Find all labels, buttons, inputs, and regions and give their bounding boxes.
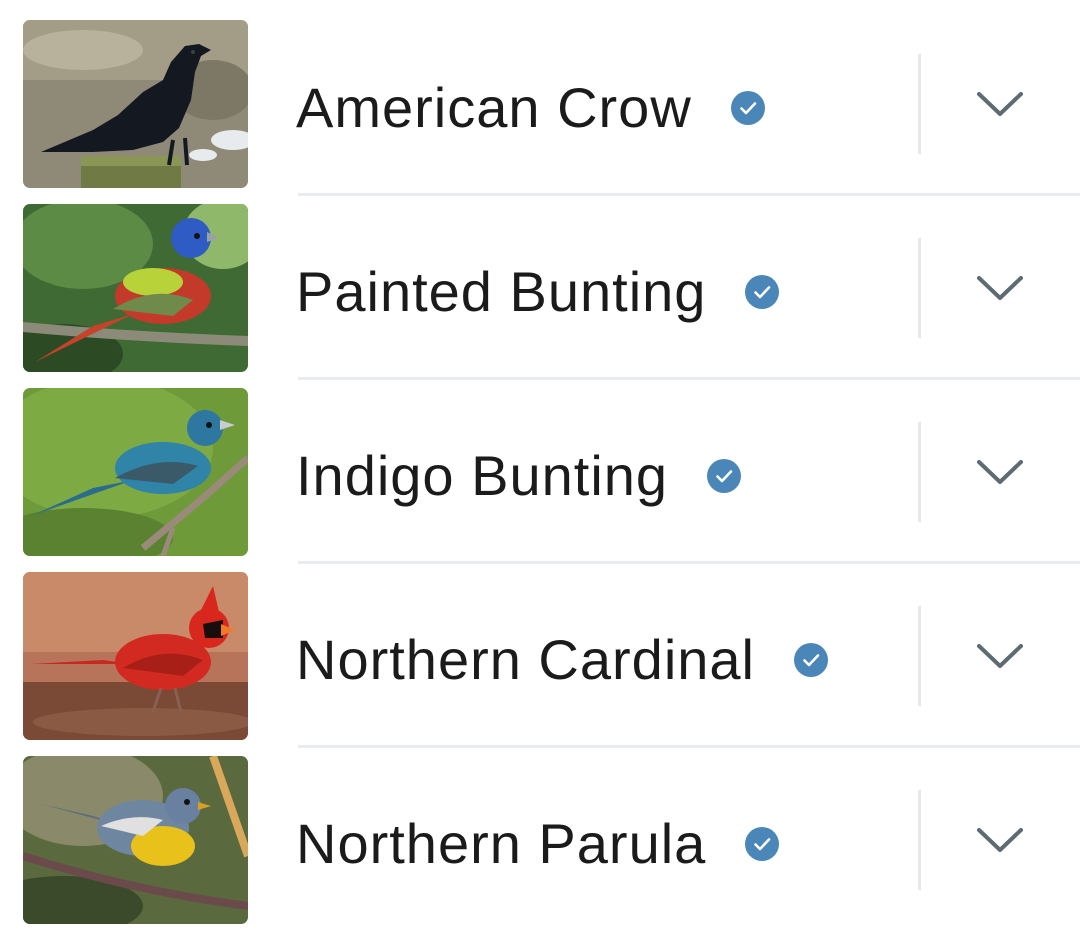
species-name: Indigo Bunting <box>296 444 669 507</box>
species-row-northern-cardinal[interactable]: Northern Cardinal <box>0 564 1080 748</box>
species-name-container: Northern Cardinal <box>296 622 829 698</box>
verified-check-icon <box>745 827 780 861</box>
verified-check-icon <box>730 91 765 125</box>
chevron-down-icon <box>977 92 1023 116</box>
species-row-american-crow[interactable]: American Crow <box>0 12 1080 196</box>
row-divider <box>918 790 921 890</box>
chevron-down-icon <box>977 644 1023 668</box>
species-name-container: Northern Parula <box>296 806 780 882</box>
northern-parula-photo <box>23 756 248 924</box>
verified-check-icon <box>793 643 828 677</box>
species-name: Northern Parula <box>296 812 707 875</box>
indigo-bunting-photo <box>23 388 248 556</box>
northern-cardinal-photo <box>23 572 248 740</box>
painted-bunting-photo <box>23 204 248 372</box>
species-name: Painted Bunting <box>296 260 707 323</box>
row-divider <box>918 606 921 706</box>
species-photo-painted-bunting[interactable] <box>23 204 248 372</box>
species-photo-northern-parula[interactable] <box>23 756 248 924</box>
expand-button[interactable] <box>960 810 1040 870</box>
expand-button[interactable] <box>960 626 1040 686</box>
expand-button[interactable] <box>960 442 1040 502</box>
expand-button[interactable] <box>960 74 1040 134</box>
species-photo-indigo-bunting[interactable] <box>23 388 248 556</box>
chevron-down-icon <box>977 276 1023 300</box>
row-divider <box>918 54 921 154</box>
species-name-container: American Crow <box>296 70 766 146</box>
species-row-painted-bunting[interactable]: Painted Bunting <box>0 196 1080 380</box>
species-name-container: Indigo Bunting <box>296 438 742 514</box>
row-divider <box>918 422 921 522</box>
verified-check-icon <box>707 459 742 493</box>
species-row-northern-parula[interactable]: Northern Parula <box>0 748 1080 932</box>
chevron-down-icon <box>977 828 1023 852</box>
species-row-indigo-bunting[interactable]: Indigo Bunting <box>0 380 1080 564</box>
crow-photo <box>23 20 248 188</box>
species-photo-american-crow[interactable] <box>23 20 248 188</box>
species-name: American Crow <box>296 76 692 139</box>
species-name: Northern Cardinal <box>296 628 755 691</box>
chevron-down-icon <box>977 460 1023 484</box>
expand-button[interactable] <box>960 258 1040 318</box>
verified-check-icon <box>745 275 780 309</box>
species-list: American Crow Painted Bunting Indigo Bun… <box>0 0 1080 951</box>
row-divider <box>918 238 921 338</box>
species-name-container: Painted Bunting <box>296 254 780 330</box>
species-photo-northern-cardinal[interactable] <box>23 572 248 740</box>
